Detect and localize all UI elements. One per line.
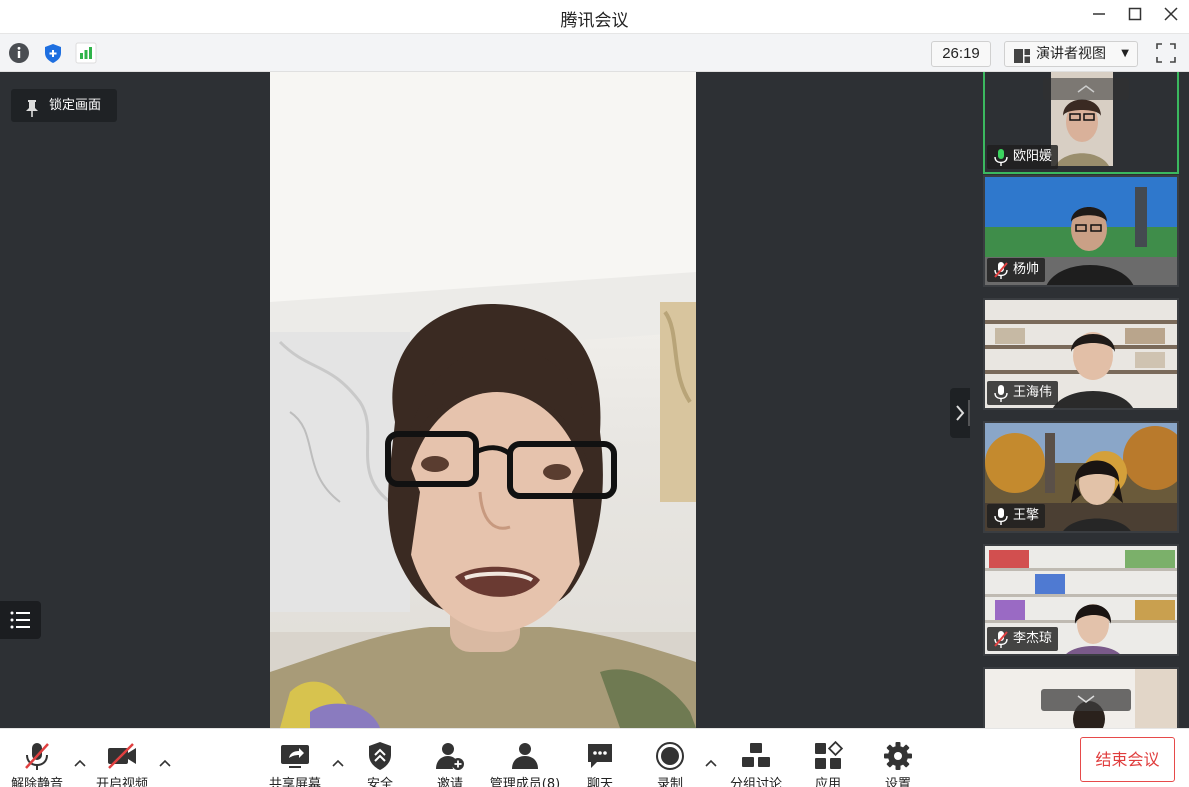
meeting-timer: 26:19 (931, 41, 991, 67)
record-icon (655, 741, 685, 771)
camera-off-icon (107, 741, 137, 771)
participant-tile[interactable]: 杨帅 (983, 175, 1179, 287)
invite-button[interactable]: 邀请 (420, 729, 480, 787)
participant-name-tag: 王海伟 (987, 381, 1059, 405)
start-video-label: 开启视频 (95, 777, 148, 787)
video-options-icon[interactable] (158, 757, 172, 769)
participant-tile[interactable]: 王海伟 (983, 298, 1179, 410)
microphone-icon (994, 149, 1008, 166)
collapse-panel-button[interactable] (950, 388, 972, 438)
settings-label: 设置 (884, 777, 911, 787)
participant-tile[interactable]: 王擎 (983, 421, 1179, 533)
gear-icon (883, 741, 913, 771)
record-options-icon[interactable] (704, 757, 718, 769)
participant-name-tag: 欧阳媛 (987, 145, 1059, 169)
apps-icon (813, 740, 844, 771)
microphone-muted-icon (994, 262, 1008, 279)
shield-icon[interactable] (42, 42, 64, 64)
breakout-icon (741, 741, 771, 771)
participant-tile[interactable]: 欧阳媛 (983, 72, 1179, 174)
main-stage: 锁定画面 (0, 72, 970, 728)
meeting-toolbar: 解除静音 开启视频 共享屏幕 安全 邀请 管理成员(8) 聊天 录制 分组讨论 … (0, 728, 1189, 787)
participant-name: 欧阳媛 (1013, 149, 1053, 164)
start-video-button[interactable]: 开启视频 (89, 729, 155, 787)
chat-label: 聊天 (586, 777, 613, 787)
speaker-video-image (270, 72, 696, 728)
meeting-info-bar: 26:19 演讲者视图 ▼ (0, 33, 1189, 72)
meeting-window: 腾讯会议 26:19 演讲者视图 ▼ 锁定画面 欧阳媛 杨帅 王海伟 王擎 李杰… (0, 0, 1189, 787)
unmute-button[interactable]: 解除静音 (4, 729, 70, 787)
microphone-icon (994, 385, 1008, 402)
close-icon[interactable] (1157, 4, 1185, 28)
chat-button[interactable]: 聊天 (570, 729, 630, 787)
record-button[interactable]: 录制 (640, 729, 700, 787)
fullscreen-icon[interactable] (1155, 42, 1177, 64)
speaker-video (270, 72, 696, 728)
view-mode-dropdown[interactable]: 演讲者视图 ▼ (1004, 41, 1138, 67)
record-label: 录制 (656, 777, 683, 787)
participant-name: 王海伟 (1013, 385, 1053, 400)
pin-icon (25, 97, 39, 117)
manage-members-button[interactable]: 管理成员(8) (486, 729, 564, 787)
layout-icon (1014, 47, 1030, 63)
title-bar: 腾讯会议 (0, 0, 1189, 33)
end-meeting-button[interactable]: 结束会议 (1080, 737, 1175, 782)
signal-icon[interactable] (75, 42, 97, 64)
manage-members-label: 管理成员(8) (489, 777, 561, 787)
security-button[interactable]: 安全 (350, 729, 410, 787)
window-title: 腾讯会议 (560, 11, 629, 31)
chat-icon (585, 741, 615, 771)
participant-video (985, 669, 1177, 728)
lock-screen-button[interactable]: 锁定画面 (11, 89, 117, 122)
view-mode-label: 演讲者视图 (1036, 46, 1106, 62)
participant-name: 李杰琼 (1013, 631, 1053, 646)
microphone-icon (994, 508, 1008, 525)
breakout-rooms-label: 分组讨论 (729, 777, 782, 787)
lock-screen-label: 锁定画面 (49, 98, 102, 113)
participant-list-button[interactable] (0, 601, 41, 639)
info-icon[interactable] (8, 42, 30, 64)
chevron-right-icon (956, 400, 972, 426)
apps-label: 应用 (814, 777, 841, 787)
chevron-down-icon: ▼ (1121, 48, 1129, 59)
unmute-label: 解除静音 (10, 777, 63, 787)
audio-options-icon[interactable] (73, 757, 87, 769)
share-options-icon[interactable] (331, 757, 345, 769)
share-screen-icon (280, 741, 310, 771)
minimize-icon[interactable] (1085, 4, 1113, 28)
participant-panel: 欧阳媛 杨帅 王海伟 王擎 李杰琼 (970, 72, 1189, 728)
list-icon (10, 611, 30, 629)
security-label: 安全 (366, 777, 393, 787)
share-screen-button[interactable]: 共享屏幕 (262, 729, 328, 787)
microphone-muted-icon (994, 631, 1008, 648)
participant-name-tag: 李杰琼 (987, 627, 1059, 651)
settings-button[interactable]: 设置 (868, 729, 928, 787)
add-user-icon (435, 741, 465, 771)
share-screen-label: 共享屏幕 (268, 777, 321, 787)
members-icon (510, 741, 540, 771)
apps-button[interactable]: 应用 (798, 729, 858, 787)
participant-tile[interactable]: 李杰琼 (983, 544, 1179, 656)
participant-name: 杨帅 (1013, 262, 1040, 277)
participant-name-tag: 杨帅 (987, 258, 1046, 282)
participant-name: 王擎 (1013, 508, 1040, 523)
invite-label: 邀请 (436, 777, 463, 787)
security-shield-icon (365, 741, 395, 771)
participant-tile[interactable] (983, 667, 1179, 728)
breakout-rooms-button[interactable]: 分组讨论 (724, 729, 788, 787)
participant-name-tag: 王擎 (987, 504, 1046, 528)
microphone-muted-icon (22, 741, 52, 771)
maximize-icon[interactable] (1121, 4, 1149, 28)
